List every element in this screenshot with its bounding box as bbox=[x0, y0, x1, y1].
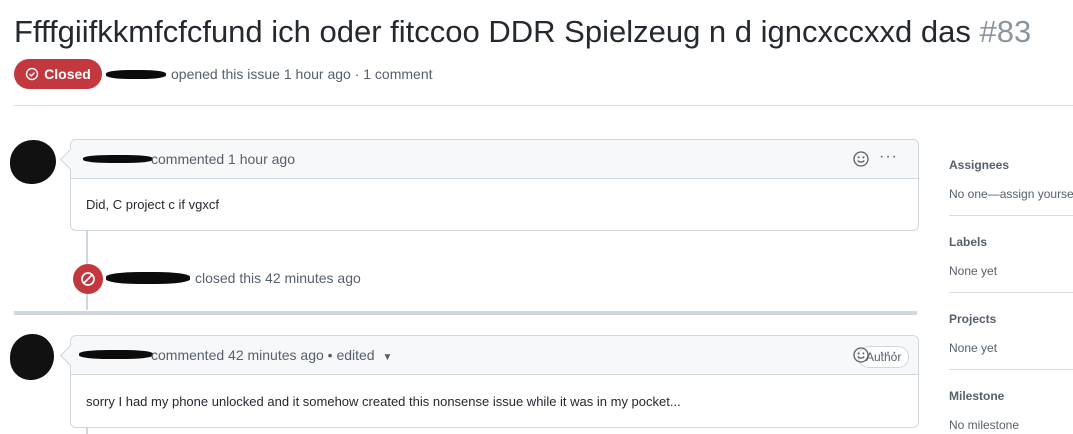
assignees-value[interactable]: No one—assign yourself bbox=[949, 187, 1073, 201]
comment-body-text: sorry I had my phone unlocked and it som… bbox=[86, 393, 681, 409]
comment-arrow bbox=[59, 148, 82, 171]
closed-event-icon bbox=[73, 264, 103, 294]
issue-title: Ffffgiifkkmfcfcfund ich oder fitccoo DDR… bbox=[14, 12, 1031, 52]
labels-label: Labels bbox=[949, 235, 988, 249]
comment-header-text: commented 1 hour ago bbox=[151, 151, 295, 167]
sidebar-assignees[interactable]: Assignees No one—assign yourself bbox=[949, 158, 1073, 201]
issue-number: #83 bbox=[979, 14, 1032, 49]
issue-closed-icon bbox=[25, 67, 39, 81]
projects-value: None yet bbox=[949, 341, 998, 355]
issue-meta: opened this issue 1 hour ago · 1 comment bbox=[171, 66, 433, 82]
sidebar-divider bbox=[949, 215, 1073, 216]
comment-header: commented 1 hour ago ··· bbox=[59, 140, 918, 179]
sidebar-labels[interactable]: Labels None yet bbox=[949, 235, 1073, 278]
header-divider bbox=[14, 105, 1073, 106]
redacted-username bbox=[83, 155, 153, 163]
comment-header-text: commented 42 minutes ago • edited ▼ bbox=[151, 347, 392, 363]
comment-header: commented 42 minutes ago • edited ▼ Auth… bbox=[59, 336, 918, 375]
sidebar-milestone[interactable]: Milestone No milestone bbox=[949, 389, 1073, 432]
closed-event-text: closed this 42 minutes ago bbox=[195, 270, 361, 286]
emoji-reaction-icon[interactable] bbox=[853, 151, 869, 167]
comment-box: commented 1 hour ago ··· Did, C project … bbox=[59, 139, 919, 231]
avatar[interactable] bbox=[10, 334, 54, 380]
comment-box: commented 42 minutes ago • edited ▼ Auth… bbox=[59, 335, 919, 428]
comment-body-text: Did, C project c if vgxcf bbox=[86, 197, 219, 212]
avatar[interactable] bbox=[10, 140, 56, 184]
assignees-label: Assignees bbox=[949, 158, 1010, 172]
issue-state-label: Closed bbox=[44, 66, 91, 82]
redacted-username bbox=[106, 70, 166, 79]
comment-body: Did, C project c if vgxcf bbox=[71, 179, 918, 230]
comment-header-text: commented 42 minutes ago • edited bbox=[151, 347, 375, 363]
milestone-label: Milestone bbox=[949, 389, 1005, 403]
sidebar-divider bbox=[949, 292, 1073, 293]
edit-history-dropdown-icon[interactable]: ▼ bbox=[382, 352, 392, 363]
issue-state-badge: Closed bbox=[14, 59, 102, 89]
more-options-icon[interactable]: ··· bbox=[879, 345, 898, 361]
more-options-icon[interactable]: ··· bbox=[879, 149, 898, 165]
issue-title-text: Ffffgiifkkmfcfcfund ich oder fitccoo DDR… bbox=[14, 14, 971, 49]
redacted-username bbox=[106, 272, 190, 284]
milestone-value: No milestone bbox=[949, 418, 1020, 432]
emoji-reaction-icon[interactable] bbox=[853, 347, 869, 363]
sidebar-divider bbox=[949, 369, 1073, 370]
sidebar-projects[interactable]: Projects None yet bbox=[949, 312, 1073, 355]
timeline-separator bbox=[14, 311, 917, 315]
redacted-username bbox=[79, 350, 153, 359]
projects-label: Projects bbox=[949, 312, 997, 326]
comment-arrow bbox=[59, 344, 82, 367]
comment-body: sorry I had my phone unlocked and it som… bbox=[71, 375, 918, 427]
labels-value: None yet bbox=[949, 264, 998, 278]
